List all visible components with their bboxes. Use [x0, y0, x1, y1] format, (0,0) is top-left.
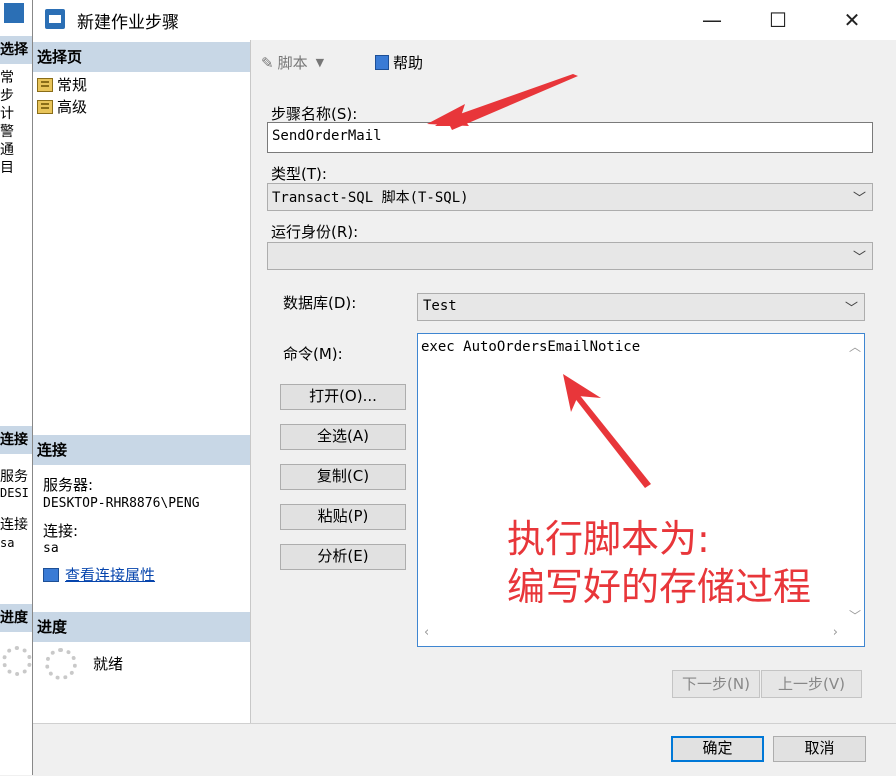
background-window: 选择 常 步 计 警 通 目 连接 服务 DESI 连接 sa 进度 — [0, 0, 34, 775]
bg-connection-value: sa — [0, 536, 15, 550]
cancel-button[interactable]: 取消 — [773, 736, 866, 762]
bg-select-header: 选择 — [0, 36, 33, 64]
bg-connect-header: 连接 — [0, 426, 33, 454]
ok-button[interactable]: 确定 — [671, 736, 764, 762]
next-step-button[interactable]: 下一步(N) — [672, 670, 760, 698]
background-window-icon — [4, 3, 24, 23]
bg-item: 步 — [0, 88, 14, 104]
bg-item: 常 — [0, 70, 14, 86]
new-job-step-dialog: 新建作业步骤 — ☐ ✕ 选择页 常规 高级 连接 服务器: DESKTOP-R… — [32, 0, 896, 776]
arrow-to-command-icon — [563, 374, 651, 488]
bg-server-value: DESI — [0, 486, 29, 500]
bg-spinner-icon — [2, 646, 32, 676]
bg-connection-label: 连接 — [0, 517, 28, 533]
annotation-arrows — [427, 74, 651, 488]
previous-step-button[interactable]: 上一步(V) — [761, 670, 862, 698]
bg-item: 通 — [0, 142, 14, 158]
bg-item: 目 — [0, 160, 14, 176]
bg-item: 警 — [0, 124, 14, 140]
bg-server-label: 服务 — [0, 469, 28, 485]
bg-item: 计 — [0, 106, 14, 122]
arrow-to-step-name-icon — [427, 74, 578, 130]
bg-progress-header: 进度 — [0, 604, 33, 632]
dialog-footer: 确定 取消 — [33, 723, 896, 776]
